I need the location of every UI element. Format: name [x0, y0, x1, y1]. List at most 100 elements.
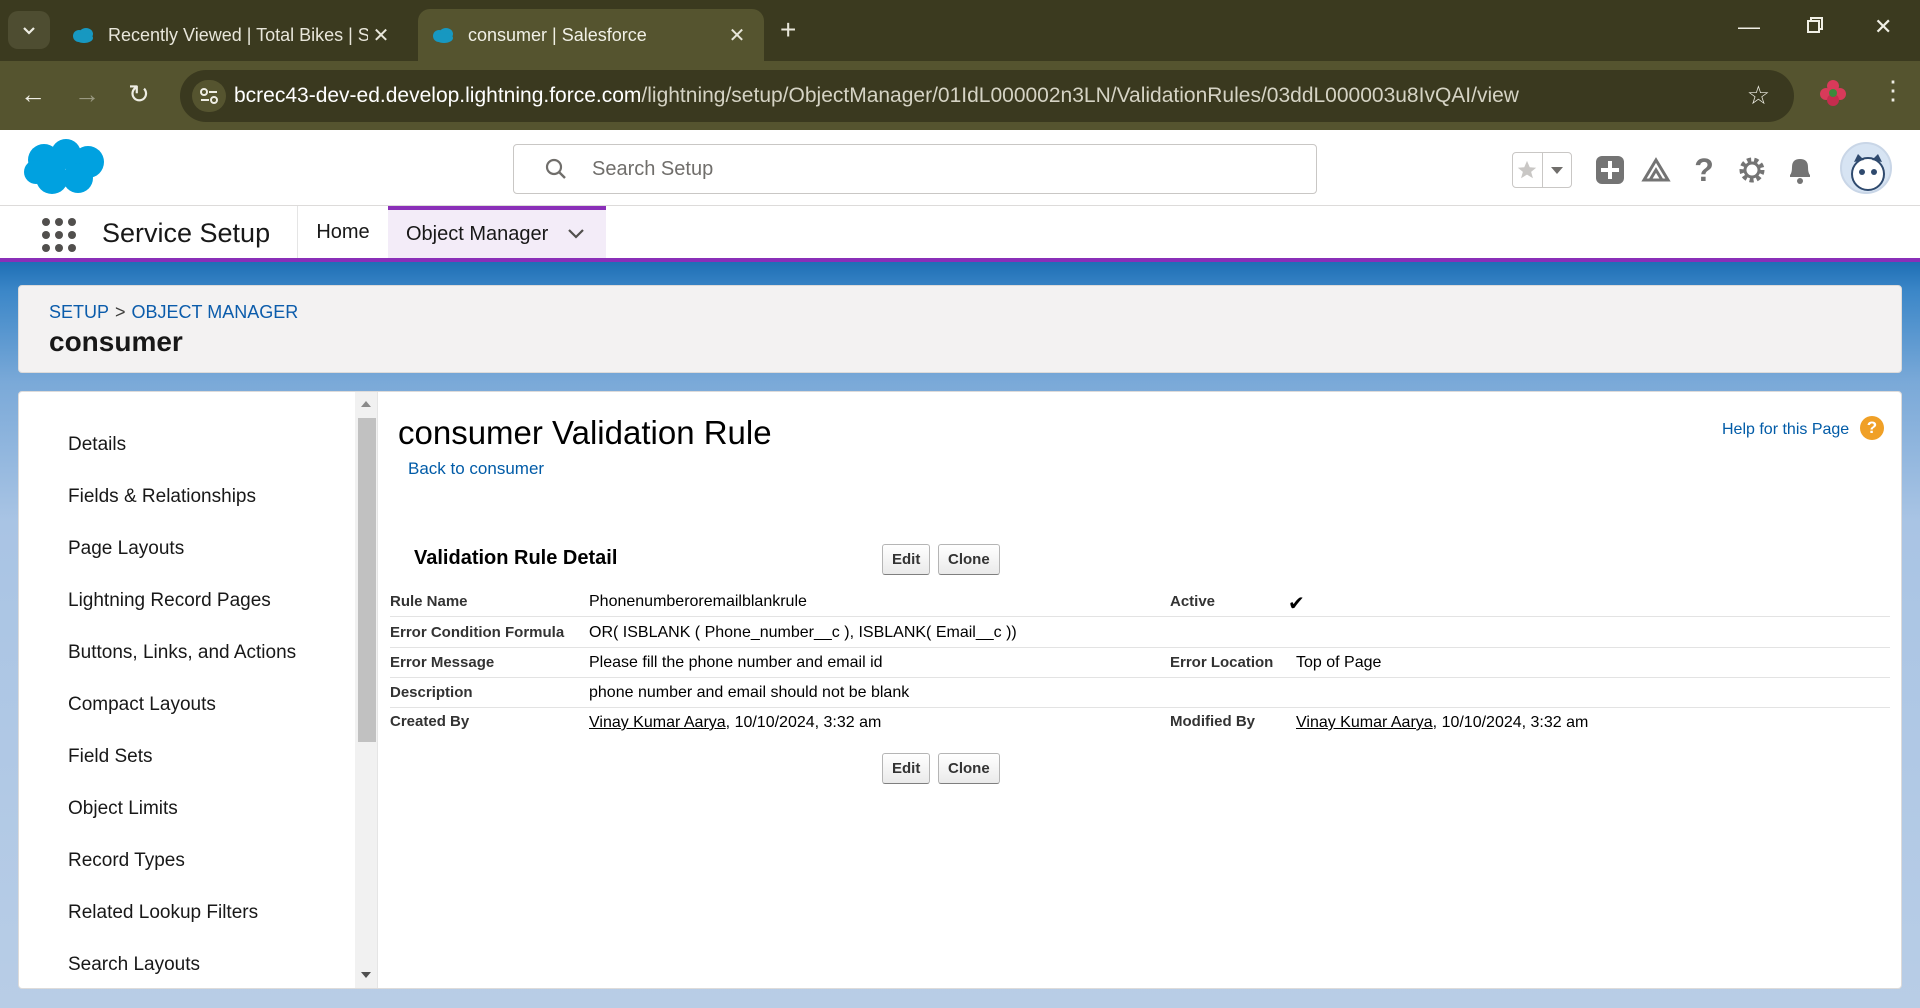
app-navigation-bar: Service Setup Home Object Manager — [0, 206, 1920, 262]
created-by-label: Created By — [390, 713, 470, 730]
new-tab-icon[interactable]: + — [780, 14, 796, 46]
forward-arrow-icon[interactable]: → — [74, 79, 100, 110]
formula-label: Error Condition Formula — [390, 624, 565, 641]
tab-title: Recently Viewed | Total Bikes | S — [108, 24, 368, 45]
trailhead-icon[interactable] — [1638, 152, 1674, 188]
created-by-value: Vinay Kumar Aarya, 10/10/2024, 3:32 am — [589, 714, 881, 732]
help-for-this-page-link[interactable]: Help for this Page — [1722, 421, 1849, 439]
help-question-icon[interactable]: ? — [1686, 152, 1722, 188]
rule-name-label: Rule Name — [390, 593, 468, 610]
address-bar[interactable]: bcrec43-dev-ed.develop.lightning.force.c… — [180, 70, 1794, 122]
tab-home[interactable]: Home — [298, 206, 388, 258]
close-tab-icon[interactable]: ✕ — [368, 23, 394, 48]
sidebar-item-record-types[interactable]: Record Types — [68, 850, 185, 872]
detail-row-description: Description phone number and email shoul… — [390, 678, 1890, 708]
sidebar-item-object-limits[interactable]: Object Limits — [68, 798, 178, 820]
main-card: Details Fields & Relationships Page Layo… — [18, 391, 1902, 989]
scroll-down-arrow-icon[interactable] — [358, 968, 374, 982]
browser-tab-consumer[interactable]: consumer | Salesforce ✕ — [418, 9, 764, 61]
salesforce-favicon-icon — [73, 27, 93, 43]
back-to-consumer-link[interactable]: Back to consumer — [408, 459, 544, 479]
edit-button-bottom[interactable]: Edit — [882, 753, 931, 784]
created-by-user-link[interactable]: Vinay Kumar Aarya — [589, 714, 726, 731]
sidebar-item-details[interactable]: Details — [68, 434, 126, 456]
section-title: Validation Rule Detail — [414, 547, 618, 569]
favorites-dropdown-icon[interactable] — [1541, 153, 1572, 187]
sidebar-item-page-layouts[interactable]: Page Layouts — [68, 538, 184, 560]
chevron-down-icon — [23, 27, 35, 35]
close-window-icon[interactable]: ✕ — [1874, 14, 1892, 40]
sidebar-item-related-lookup-filters[interactable]: Related Lookup Filters — [68, 902, 258, 924]
chevron-down-icon[interactable] — [566, 224, 586, 244]
minimize-icon[interactable]: — — [1738, 14, 1760, 40]
validation-rule-content: consumer Validation Rule Back to consume… — [378, 392, 1902, 988]
edit-button-top[interactable]: Edit — [882, 544, 931, 575]
astro-avatar-icon — [1851, 154, 1885, 191]
modified-by-value: Vinay Kumar Aarya, 10/10/2024, 3:32 am — [1296, 714, 1588, 732]
modified-by-user-link[interactable]: Vinay Kumar Aarya — [1296, 714, 1433, 731]
favorite-star-icon[interactable] — [1513, 153, 1542, 187]
breadcrumb: SETUP > OBJECT MANAGER — [49, 302, 298, 323]
sidebar-item-search-layouts[interactable]: Search Layouts — [68, 954, 200, 976]
scroll-up-arrow-icon[interactable] — [358, 397, 374, 411]
sidebar-item-fields-relationships[interactable]: Fields & Relationships — [68, 486, 256, 508]
back-arrow-icon[interactable]: ← — [20, 79, 46, 110]
browser-tab-recently-viewed[interactable]: Recently Viewed | Total Bikes | S ✕ — [58, 9, 408, 61]
clone-button-top[interactable]: Clone — [938, 544, 1000, 575]
browser-tab-bar: Recently Viewed | Total Bikes | S ✕ cons… — [0, 0, 1920, 61]
salesforce-favicon-icon — [433, 27, 453, 43]
setup-gear-icon[interactable] — [1734, 152, 1770, 188]
description-label: Description — [390, 684, 473, 701]
sidebar-item-lightning-record-pages[interactable]: Lightning Record Pages — [68, 590, 271, 612]
breadcrumb-separator: > — [115, 302, 126, 322]
object-title: consumer — [49, 326, 183, 357]
sidebar-item-buttons-links-actions[interactable]: Buttons, Links, and Actions — [68, 642, 296, 664]
tab-object-manager-label: Object Manager — [406, 222, 549, 245]
sidebar-item-compact-layouts[interactable]: Compact Layouts — [68, 694, 216, 716]
sidebar-scroll-thumb[interactable] — [358, 418, 376, 742]
help-icon[interactable]: ? — [1860, 416, 1884, 440]
favorites-button-group[interactable] — [1512, 152, 1572, 188]
browser-toolbar: ← → ↻ bcrec43-dev-ed.develop.lightning.f… — [0, 61, 1920, 130]
error-message-value: Please fill the phone number and email i… — [589, 654, 883, 671]
app-name: Service Setup — [102, 218, 271, 248]
global-header: ? — [0, 130, 1920, 206]
object-manager-sidebar: Details Fields & Relationships Page Layo… — [19, 392, 353, 988]
close-tab-icon[interactable]: ✕ — [724, 23, 750, 48]
tab-object-manager[interactable]: Object Manager — [388, 206, 606, 258]
detail-row-error-message: Error Message Please fill the phone numb… — [390, 648, 1890, 678]
search-input[interactable] — [592, 155, 1192, 183]
active-label: Active — [1170, 593, 1216, 610]
site-info-icon[interactable] — [192, 80, 226, 112]
setup-search-box[interactable] — [513, 144, 1317, 194]
notifications-bell-icon[interactable] — [1782, 152, 1818, 188]
sidebar-item-field-sets[interactable]: Field Sets — [68, 746, 152, 768]
search-icon — [545, 158, 566, 179]
breadcrumb-setup[interactable]: SETUP — [49, 302, 109, 322]
description-value: phone number and email should not be bla… — [589, 684, 910, 701]
active-checkmark-icon: ✔ — [1288, 593, 1305, 615]
tab-title: consumer | Salesforce — [468, 24, 647, 45]
global-actions-icon[interactable] — [1592, 152, 1628, 188]
browser-menu-icon[interactable]: ⋮ — [1880, 75, 1906, 106]
bookmark-star-icon[interactable]: ☆ — [1747, 80, 1770, 111]
salesforce-logo[interactable] — [22, 138, 110, 198]
rule-name-value: Phonenumberoremailblankrule — [589, 593, 807, 610]
tab-search-button[interactable] — [8, 11, 50, 49]
page-title: consumer Validation Rule — [398, 414, 772, 451]
error-location-label: Error Location — [1170, 654, 1274, 671]
detail-row-formula: Error Condition Formula OR( ISBLANK ( Ph… — [390, 617, 1890, 648]
object-header: SETUP > OBJECT MANAGER consumer — [18, 285, 1902, 373]
app-launcher-icon[interactable] — [42, 218, 76, 252]
error-message-label: Error Message — [390, 654, 495, 671]
clone-button-bottom[interactable]: Clone — [938, 753, 1000, 784]
detail-row-rule-name: Rule Name Phonenumberoremailblankrule Ac… — [390, 586, 1890, 617]
reload-icon[interactable]: ↻ — [128, 79, 150, 110]
formula-value: OR( ISBLANK ( Phone_number__c ), ISBLANK… — [589, 624, 1017, 641]
restore-icon[interactable] — [1806, 14, 1824, 40]
created-by-date: , 10/10/2024, 3:32 am — [725, 714, 882, 731]
user-avatar[interactable] — [1840, 142, 1892, 194]
detail-row-audit: Created By Vinay Kumar Aarya, 10/10/2024… — [390, 708, 1890, 738]
extension-icon[interactable] — [1818, 78, 1848, 108]
breadcrumb-object-manager[interactable]: OBJECT MANAGER — [132, 302, 299, 322]
